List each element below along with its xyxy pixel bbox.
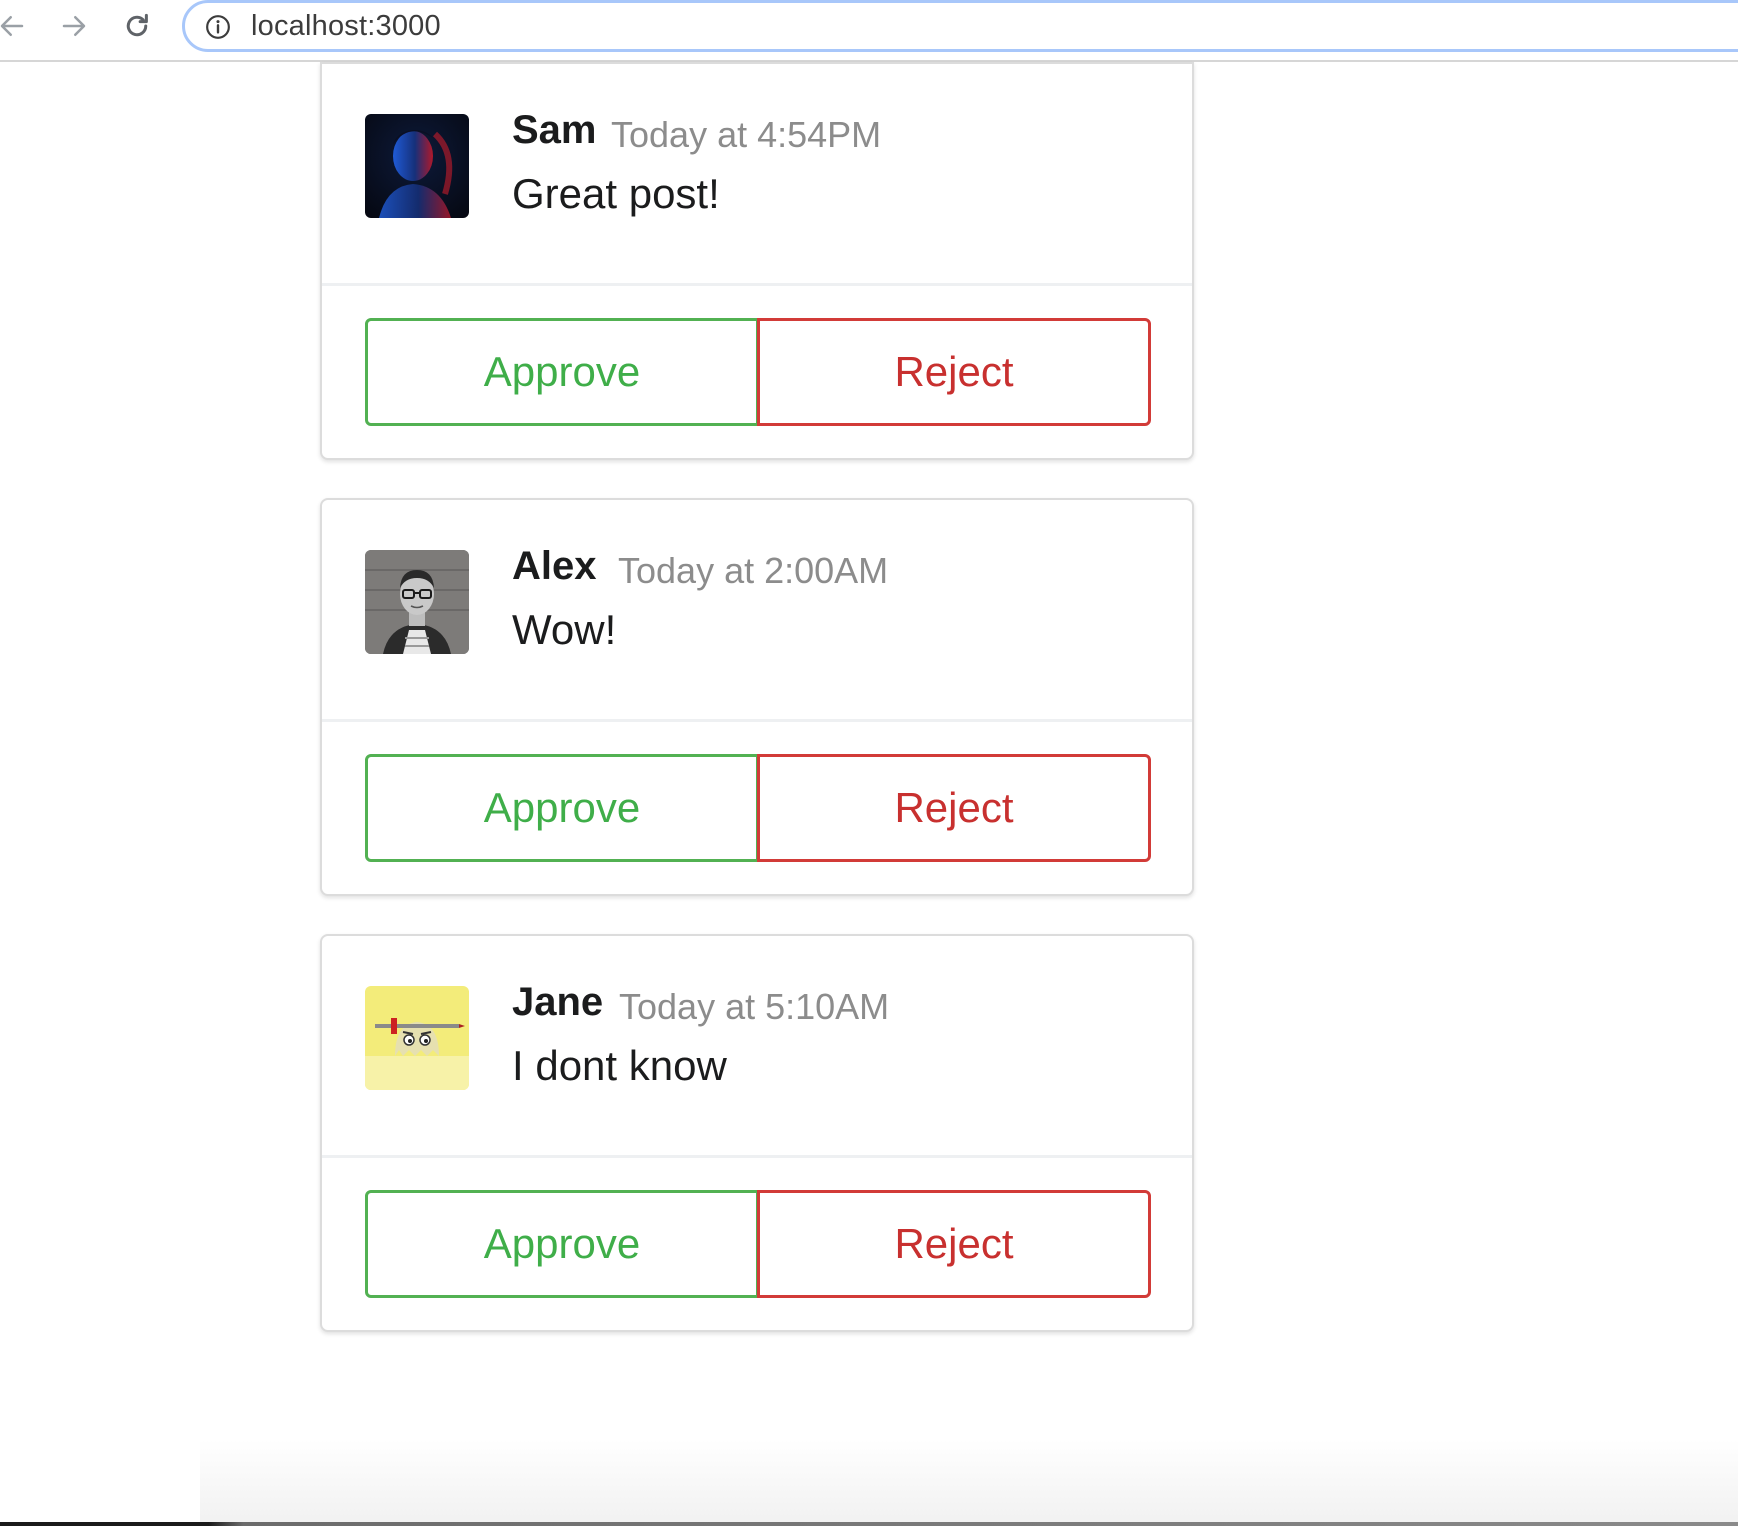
comment: Jane Today at 5:10AM I dont know [322,936,1192,1158]
approve-button[interactable]: Approve [365,754,759,862]
comment-text: Great post! [512,170,720,217]
comment-text: I dont know [512,1042,727,1089]
arrow-right-icon [62,16,86,36]
reload-icon [126,13,148,37]
page-content: Sam Today at 4:54PM Great post! Approve … [0,62,1738,1522]
forward-button[interactable] [54,6,94,46]
bottom-shadow [200,1440,1738,1522]
address-bar[interactable]: localhost:3000 [182,0,1738,52]
comment-card: Alex Today at 2:00AM Wow! Approve Reject [320,498,1194,896]
avatar [365,550,469,654]
action-buttons: Approve Reject [365,1190,1151,1298]
approve-button[interactable]: Approve [365,318,759,426]
comment-author[interactable]: Sam [512,108,597,153]
reject-button[interactable]: Reject [757,318,1151,426]
avatar-jane-image [365,986,469,1090]
back-button[interactable] [0,6,32,46]
bottom-edge [0,1522,1738,1526]
arrow-left-icon [0,16,24,36]
reject-button[interactable]: Reject [757,754,1151,862]
comment: Sam Today at 4:54PM Great post! [322,64,1192,286]
avatar-alex-image [365,550,469,654]
comment: Alex Today at 2:00AM Wow! [322,500,1192,722]
comment-text: Wow! [512,606,617,653]
comment-timestamp: Today at 2:00AM [618,550,889,591]
avatar [365,114,469,218]
comment-timestamp: Today at 4:54PM [611,114,882,155]
reject-button[interactable]: Reject [757,1190,1151,1298]
comment-card: Jane Today at 5:10AM I dont know Approve… [320,934,1194,1332]
comment-timestamp: Today at 5:10AM [619,986,890,1027]
browser-toolbar: localhost:3000 [0,0,1738,62]
comment-card: Sam Today at 4:54PM Great post! Approve … [320,62,1194,460]
url-text[interactable]: localhost:3000 [251,10,441,43]
reload-button[interactable] [117,6,157,46]
avatar-sam-image [365,114,469,218]
action-buttons: Approve Reject [365,318,1151,426]
comment-author[interactable]: Jane [512,980,603,1025]
avatar [365,986,469,1090]
approve-button[interactable]: Approve [365,1190,759,1298]
comment-author[interactable]: Alex [512,544,597,589]
info-icon[interactable] [205,14,231,40]
action-buttons: Approve Reject [365,754,1151,862]
